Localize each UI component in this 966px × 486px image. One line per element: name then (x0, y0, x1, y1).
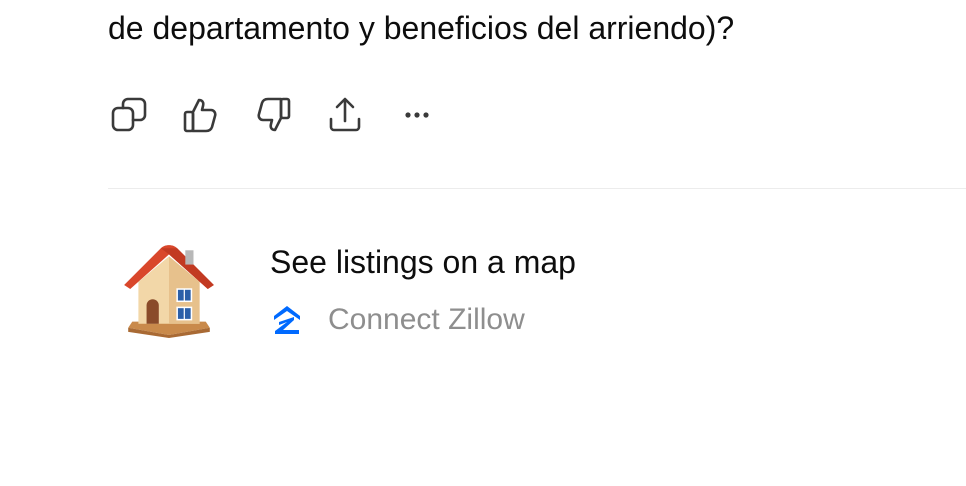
divider (108, 188, 966, 189)
listings-card[interactable]: See listings on a map Connect Zillow (108, 226, 668, 356)
card-title: See listings on a map (270, 244, 576, 280)
message-text: de departamento y beneficios del arriend… (108, 10, 735, 46)
thumbs-down-icon (257, 97, 291, 132)
thumbs-down-button[interactable] (252, 94, 294, 136)
message-action-bar (108, 94, 468, 136)
zillow-icon (270, 303, 304, 337)
thumbs-up-button[interactable] (180, 94, 222, 136)
house-icon (124, 245, 214, 338)
connect-zillow-button[interactable]: Connect Zillow (270, 300, 525, 340)
share-icon (329, 97, 361, 132)
thumbs-up-icon (183, 98, 217, 133)
more-button[interactable] (396, 94, 438, 136)
share-button[interactable] (324, 94, 366, 136)
connect-zillow-label: Connect Zillow (328, 303, 525, 336)
copy-icon (111, 97, 147, 132)
more-icon (405, 112, 429, 118)
copy-button[interactable] (108, 94, 150, 136)
